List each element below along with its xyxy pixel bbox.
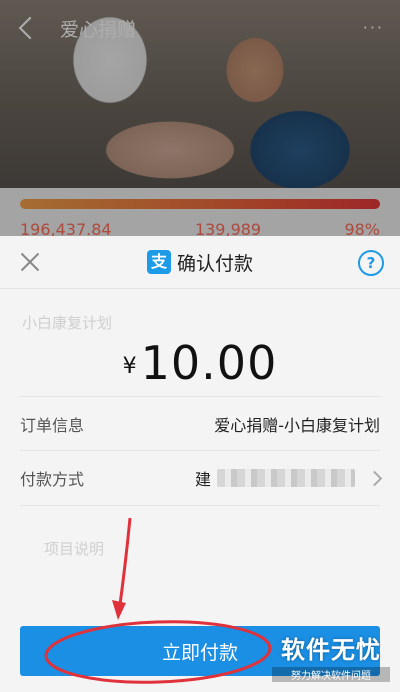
- pay-now-label: 立即付款: [161, 641, 238, 664]
- blurred-account-number: [217, 469, 355, 487]
- chevron-right-icon: [366, 470, 383, 486]
- payment-amount: ¥10.00: [0, 336, 400, 390]
- help-icon[interactable]: ?: [358, 250, 384, 276]
- amount-value: 10.00: [140, 336, 278, 390]
- order-info-label: 订单信息: [20, 416, 85, 435]
- sheet-header: 支 确认付款 ?: [0, 236, 400, 289]
- currency-symbol: ¥: [122, 354, 137, 379]
- order-info-text: 爱心捐赠-小白康复计划: [214, 416, 380, 435]
- payment-method-value[interactable]: 建: [194, 466, 383, 490]
- payment-method-label: 付款方式: [20, 470, 85, 489]
- order-info-row: 订单信息 爱心捐赠-小白康复计划: [20, 396, 380, 451]
- payment-method-text: 建: [194, 470, 211, 489]
- sheet-title-group: 支 确认付款: [0, 236, 400, 288]
- payment-method-row[interactable]: 付款方式 建: [20, 450, 383, 506]
- site-watermark: 软件无忧 努力解决软件问题: [272, 630, 390, 682]
- watermark-title: 软件无忧: [281, 636, 381, 664]
- background-project-intro: 项目说明: [44, 540, 105, 558]
- sheet-title: 确认付款: [176, 252, 253, 275]
- alipay-icon: 支: [146, 250, 171, 274]
- order-info-value: 爱心捐赠-小白康复计划: [214, 412, 380, 436]
- background-project-name: 小白康复计划: [22, 314, 113, 332]
- watermark-subtitle: 努力解决软件问题: [272, 667, 390, 682]
- payment-sheet: 小白康复计划 项目说明 支 确认付款 ? ¥10.00 订单信息 爱心捐赠-小白…: [0, 236, 400, 692]
